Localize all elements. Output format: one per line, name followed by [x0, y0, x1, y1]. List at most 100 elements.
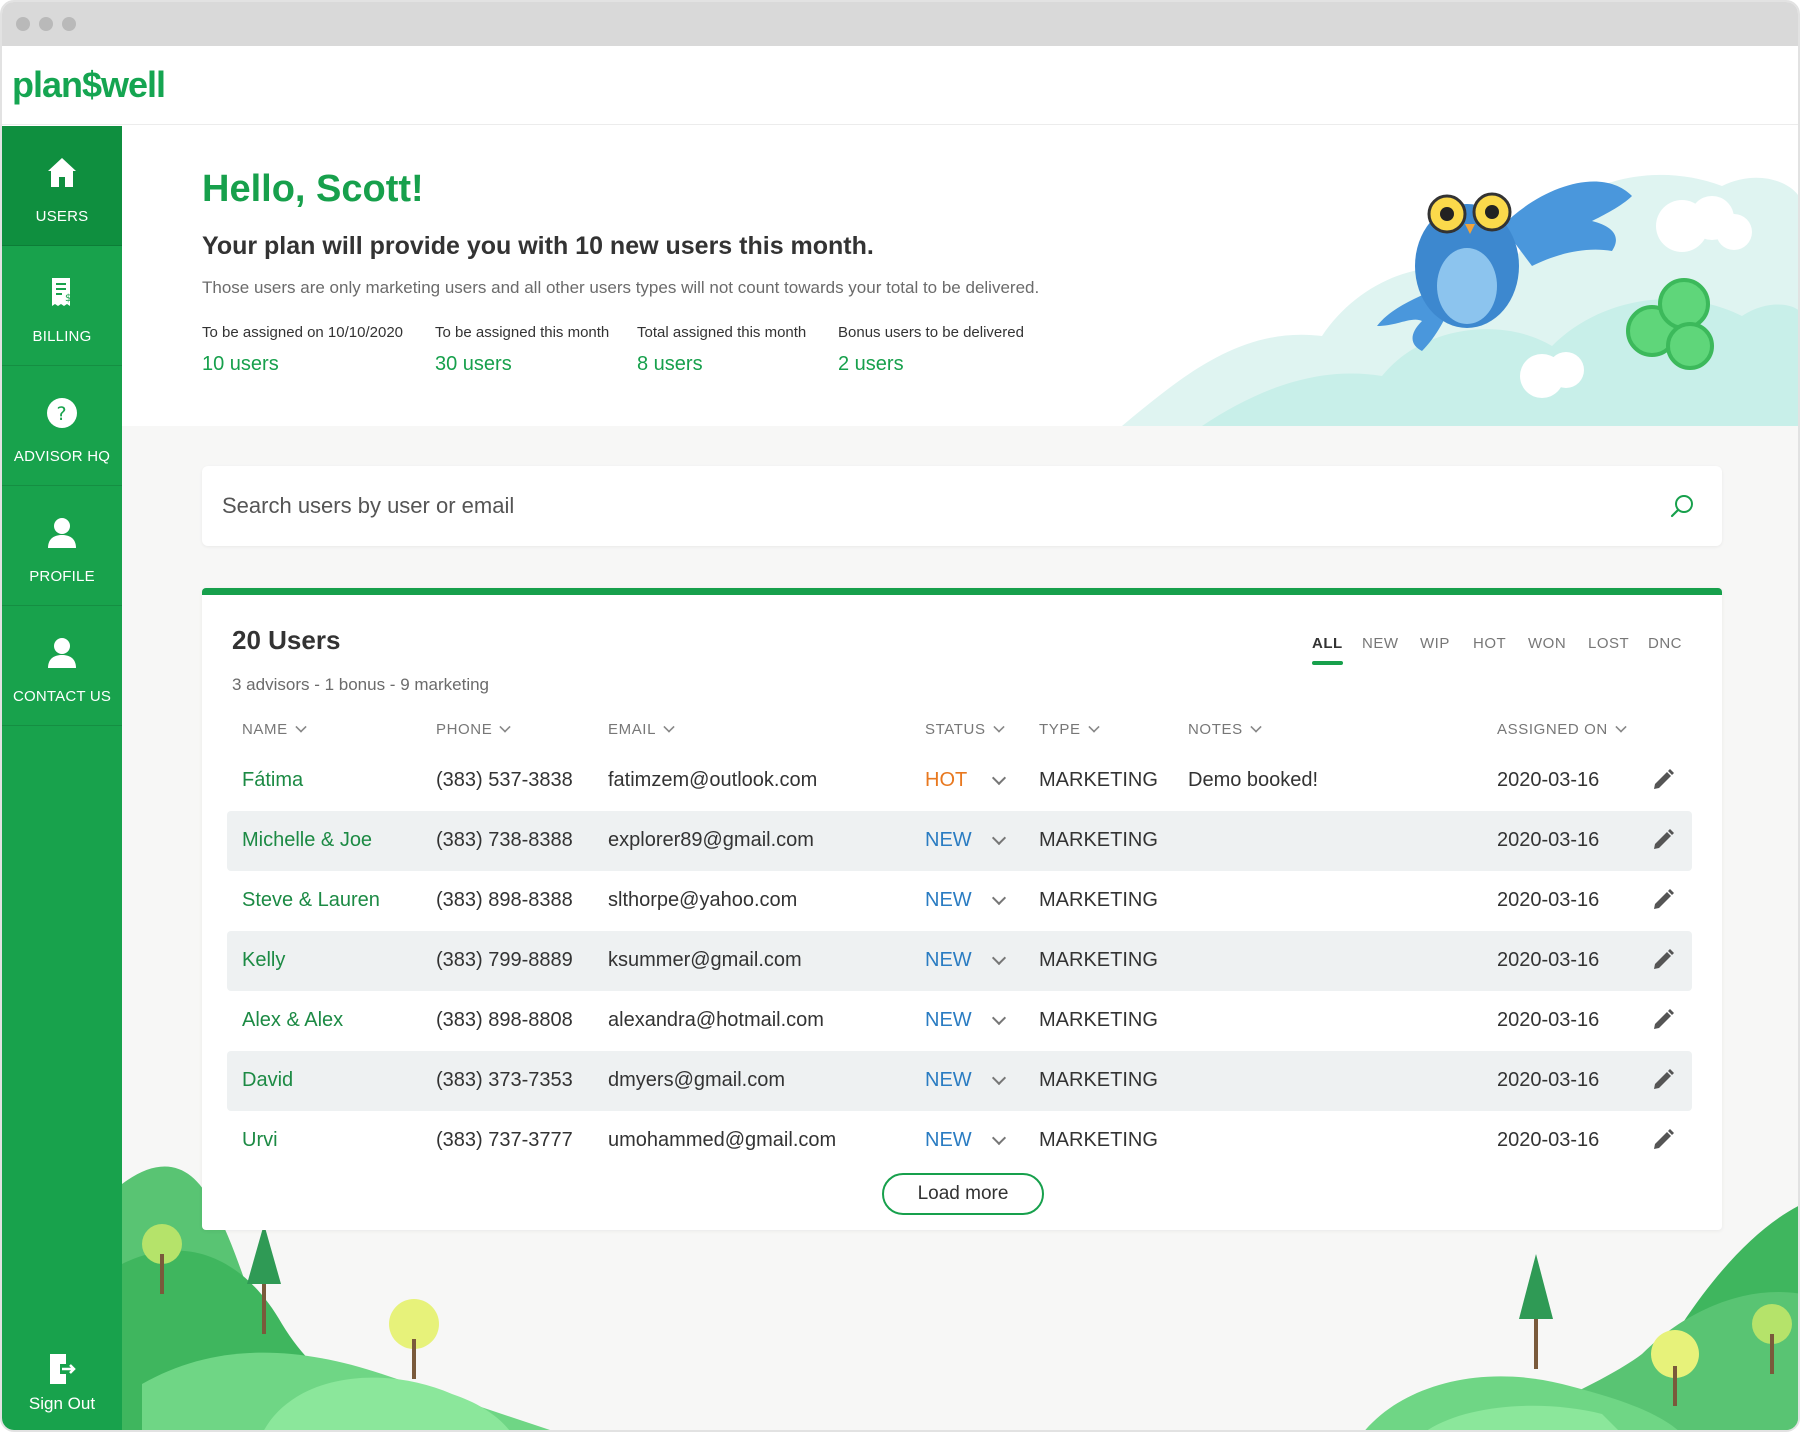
user-type: MARKETING: [1039, 889, 1158, 911]
chevron-down-icon[interactable]: [991, 890, 1007, 906]
status-dropdown[interactable]: NEW: [925, 1009, 972, 1032]
sidebar-item-label: PROFILE: [29, 568, 95, 585]
window-zoom-dot[interactable]: [62, 17, 76, 31]
pencil-icon[interactable]: [1650, 767, 1676, 793]
filter-tab-all[interactable]: ALL: [1312, 635, 1343, 665]
user-phone: (383) 898-8388: [436, 889, 573, 911]
chevron-down-icon[interactable]: [991, 1010, 1007, 1026]
filter-tab-lost[interactable]: LOST: [1588, 635, 1629, 652]
chevron-down-icon[interactable]: [991, 1130, 1007, 1146]
user-name-link[interactable]: Alex & Alex: [242, 1009, 343, 1032]
user-type: MARKETING: [1039, 829, 1158, 851]
user-notes: Demo booked!: [1188, 769, 1319, 791]
column-header-type[interactable]: TYPE: [1039, 721, 1100, 738]
chevron-down-icon: [295, 721, 307, 733]
pencil-icon[interactable]: [1650, 1127, 1676, 1153]
chevron-down-icon[interactable]: [991, 1070, 1007, 1086]
pencil-icon[interactable]: [1650, 1007, 1676, 1033]
user-type: MARKETING: [1039, 949, 1158, 971]
planswell-logo[interactable]: plan$well: [12, 64, 166, 106]
stat-label: Total assigned this month: [637, 324, 807, 341]
sidebar-item-advisor-hq[interactable]: ? ADVISOR HQ: [2, 366, 122, 486]
users-count-title: 20 Users: [232, 625, 341, 655]
sidebar-item-contact-us[interactable]: CONTACT US: [2, 606, 122, 726]
user-email: slthorpe@yahoo.com: [608, 889, 798, 911]
column-header-assigned-on[interactable]: ASSIGNED ON: [1497, 721, 1627, 738]
column-header-phone[interactable]: PHONE: [436, 721, 512, 738]
status-filter-tabs: ALL NEW WIP HOT WON LOST DNC: [1312, 635, 1692, 665]
column-header-label: ASSIGNED ON: [1497, 721, 1608, 738]
load-more-button[interactable]: Load more: [882, 1173, 1044, 1215]
status-dropdown[interactable]: NEW: [925, 829, 972, 852]
user-name-link[interactable]: Michelle & Joe: [242, 829, 372, 852]
status-dropdown[interactable]: HOT: [925, 769, 967, 792]
chevron-down-icon[interactable]: [991, 830, 1007, 846]
filter-tab-dnc[interactable]: DNC: [1648, 635, 1682, 652]
main-content: 20 Users 3 advisors - 1 bonus - 9 market…: [122, 426, 1798, 1430]
stat-value: 30 users: [435, 353, 512, 375]
pencil-icon[interactable]: [1650, 887, 1676, 913]
sidebar-item-label: CONTACT US: [12, 688, 112, 705]
plan-summary: Your plan will provide you with 10 new u…: [202, 232, 874, 260]
stat-label: Bonus users to be delivered: [838, 324, 1024, 341]
sidebar-item-billing[interactable]: $ BILLING: [2, 246, 122, 366]
user-name-link[interactable]: Steve & Lauren: [242, 889, 380, 912]
column-header-label: STATUS: [925, 721, 986, 738]
user-name-link[interactable]: David: [242, 1069, 293, 1092]
user-phone: (383) 898-8808: [436, 1009, 573, 1031]
chevron-down-icon[interactable]: [991, 950, 1007, 966]
assigned-date: 2020-03-16: [1497, 829, 1600, 851]
table-row: Urvi (383) 737-3777 umohammed@gmail.com …: [227, 1111, 1692, 1171]
sidebar-item-label: BILLING: [32, 328, 92, 345]
person-icon: [48, 638, 76, 668]
status-dropdown[interactable]: NEW: [925, 889, 972, 912]
column-header-label: NAME: [242, 721, 288, 738]
window-titlebar: [2, 2, 1798, 46]
table-row: Steve & Lauren (383) 898-8388 slthorpe@y…: [227, 871, 1692, 931]
search-bar: [202, 466, 1722, 546]
filter-tab-wip[interactable]: WIP: [1420, 635, 1450, 652]
status-dropdown[interactable]: NEW: [925, 1069, 972, 1092]
user-email: alexandra@hotmail.com: [608, 1009, 824, 1031]
browser-window: plan$well USERS $ BILLING ? ADVISOR HQ P…: [0, 0, 1800, 1432]
home-icon: [48, 158, 76, 187]
pencil-icon[interactable]: [1650, 947, 1676, 973]
svg-text:$: $: [65, 293, 71, 304]
stat-label: To be assigned this month: [435, 324, 610, 341]
users-table-body: Fátima (383) 537-3838 fatimzem@outlook.c…: [227, 751, 1692, 1171]
window-close-dot[interactable]: [16, 17, 30, 31]
user-name-link[interactable]: Fátima: [242, 769, 303, 792]
table-row: Fátima (383) 537-3838 fatimzem@outlook.c…: [227, 751, 1692, 811]
search-input[interactable]: [222, 484, 1642, 528]
chevron-down-icon: [1250, 721, 1262, 733]
column-header-email[interactable]: EMAIL: [608, 721, 675, 738]
sidebar-item-users[interactable]: USERS: [2, 126, 122, 246]
user-phone: (383) 799-8889: [436, 949, 573, 971]
stat-value: 2 users: [838, 353, 904, 375]
pencil-icon[interactable]: [1650, 1067, 1676, 1093]
user-phone: (383) 537-3838: [436, 769, 573, 791]
user-type: MARKETING: [1039, 769, 1158, 791]
column-header-notes[interactable]: NOTES: [1188, 721, 1262, 738]
window-minimize-dot[interactable]: [39, 17, 53, 31]
sign-out-icon: [50, 1354, 76, 1384]
column-header-status[interactable]: STATUS: [925, 721, 1005, 738]
pencil-icon[interactable]: [1650, 827, 1676, 853]
search-icon[interactable]: [1668, 492, 1696, 520]
user-name-link[interactable]: Kelly: [242, 949, 285, 972]
status-dropdown[interactable]: NEW: [925, 1129, 972, 1152]
column-header-name[interactable]: NAME: [242, 721, 307, 738]
user-type: MARKETING: [1039, 1129, 1158, 1151]
sidebar-item-profile[interactable]: PROFILE: [2, 486, 122, 606]
chevron-down-icon[interactable]: [991, 770, 1007, 786]
filter-tab-won[interactable]: WON: [1528, 635, 1566, 652]
table-row: Kelly (383) 799-8889 ksummer@gmail.com N…: [227, 931, 1692, 991]
user-name-link[interactable]: Urvi: [242, 1129, 278, 1152]
filter-tab-hot[interactable]: HOT: [1473, 635, 1506, 652]
person-icon: [48, 518, 76, 548]
status-dropdown[interactable]: NEW: [925, 949, 972, 972]
filter-tab-new[interactable]: NEW: [1362, 635, 1399, 652]
stat-to-be-assigned-this-month: To be assigned this month 30 users: [435, 324, 609, 376]
sign-out-button[interactable]: Sign Out: [2, 1352, 122, 1414]
stat-total-assigned-this-month: Total assigned this month 8 users: [637, 324, 806, 376]
